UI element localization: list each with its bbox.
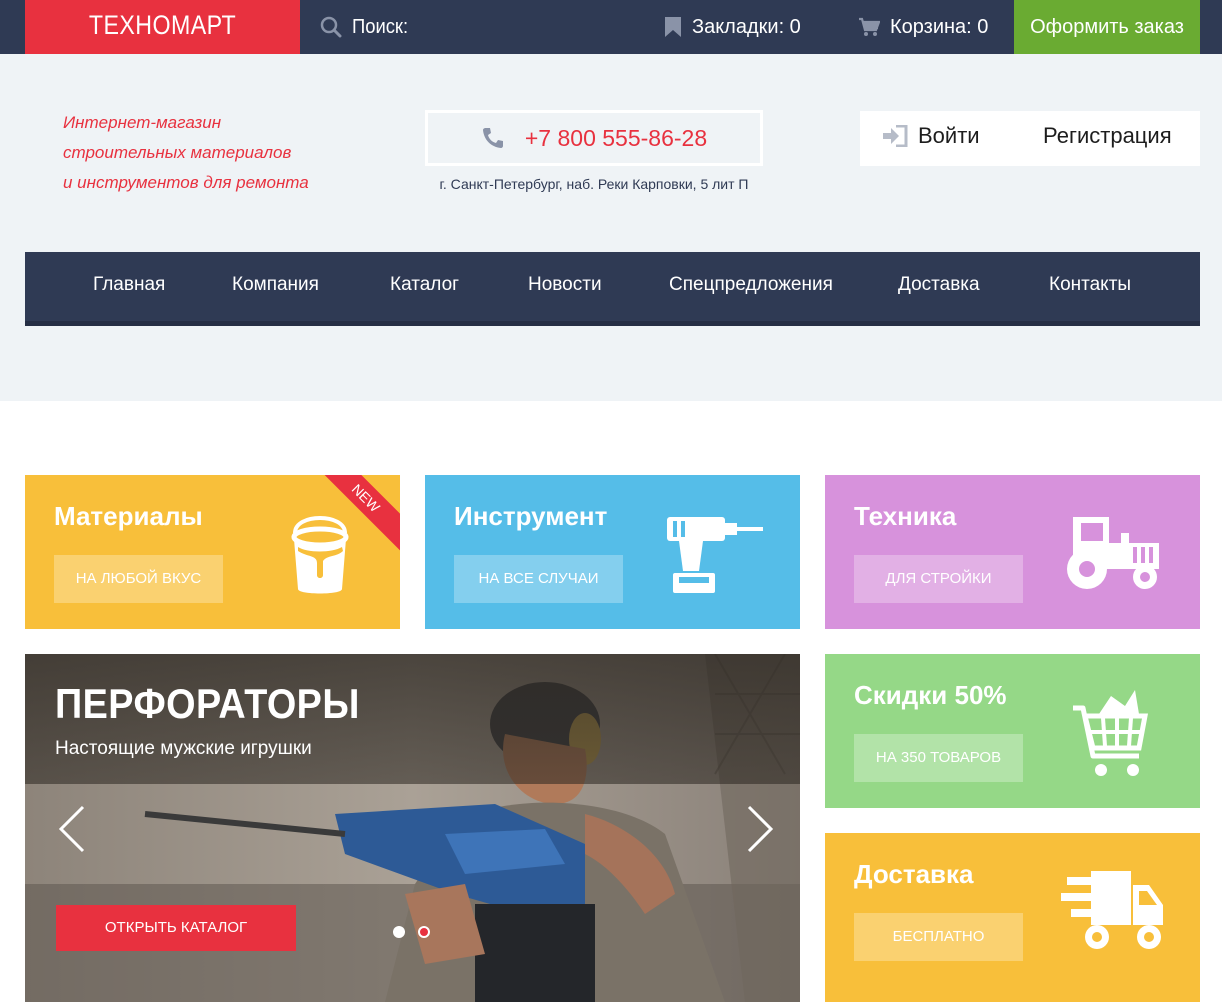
tile-button[interactable]: ДЛЯ СТРОЙКИ (854, 555, 1023, 603)
chevron-left-icon[interactable] (57, 804, 87, 854)
tractor-icon (1067, 517, 1159, 589)
cart-icon (859, 17, 880, 36)
tile-title: Инструмент (454, 501, 608, 531)
tile-button[interactable]: БЕСПЛАТНО (854, 913, 1023, 961)
tagline-line: строительных материалов (63, 143, 292, 162)
tile-tools[interactable]: Инструмент НА ВСЕ СЛУЧАИ (425, 475, 800, 629)
slide-subtitle: Настоящие мужские игрушки (55, 738, 312, 759)
tile-button[interactable]: НА ЛЮБОЙ ВКУС (54, 555, 223, 603)
nav-item-contacts[interactable]: Контакты (1049, 274, 1131, 296)
auth-panel: Войти Регистрация (860, 111, 1200, 166)
slide-title: ПЕРФОРАТОРЫ (55, 680, 360, 727)
search[interactable]: Поиск: (320, 14, 413, 40)
register-button[interactable]: Регистрация (1043, 123, 1172, 149)
login-icon (883, 125, 908, 147)
checkout-button[interactable]: Оформить заказ (1014, 0, 1200, 54)
tile-title: Доставка (854, 859, 974, 889)
cart-label: Корзина: 0 (890, 15, 989, 38)
tile-materials[interactable]: Материалы НА ЛЮБОЙ ВКУС NEW (25, 475, 400, 629)
slider-dot[interactable] (393, 926, 405, 938)
top-bar: ТЕХНОМАРТ Поиск: Закладки: 0 Корзина: 0 … (0, 0, 1222, 60)
login-label: Войти (918, 123, 980, 148)
bookmarks-link[interactable]: Закладки: 0 (664, 14, 801, 40)
nav-item-home[interactable]: Главная (93, 274, 165, 296)
tile-title: Техника (854, 501, 957, 531)
open-catalog-button[interactable]: ОТКРЫТЬ КАТАЛОГ (56, 905, 296, 951)
nav-item-delivery[interactable]: Доставка (898, 274, 980, 296)
slider-dots (393, 926, 443, 938)
cart-link[interactable]: Корзина: 0 (858, 14, 988, 40)
tagline: Интернет-магазин строительных материалов… (63, 108, 309, 198)
tile-delivery[interactable]: Доставка БЕСПЛАТНО (825, 833, 1200, 1002)
nav-item-company[interactable]: Компания (232, 274, 319, 296)
tile-discount[interactable]: Скидки 50% НА 350 ТОВАРОВ (825, 654, 1200, 808)
cart-icon (1073, 690, 1149, 776)
chevron-right-icon[interactable] (745, 804, 775, 854)
search-icon (320, 16, 342, 38)
truck-icon (1061, 871, 1163, 949)
address: г. Санкт-Петербург, наб. Реки Карповки, … (439, 176, 749, 192)
hero-slider: ПЕРФОРАТОРЫ Настоящие мужские игрушки ОТ… (25, 654, 800, 1002)
tagline-line: и инструментов для ремонта (63, 173, 309, 192)
phone-number: +7 800 555-86-28 (524, 124, 708, 151)
phone-icon (482, 128, 503, 148)
tile-title: Материалы (54, 501, 203, 531)
tile-machinery[interactable]: Техника ДЛЯ СТРОЙКИ (825, 475, 1200, 629)
tile-button[interactable]: НА 350 ТОВАРОВ (854, 734, 1023, 782)
paint-bucket-icon (291, 516, 349, 594)
drill-icon (667, 517, 763, 593)
phone-box[interactable]: +7 800 555-86-28 (425, 110, 763, 166)
logo-text: ТЕХНОМАРТ (88, 10, 237, 40)
slider-dot-active[interactable] (418, 926, 430, 938)
bookmark-icon (665, 17, 681, 37)
tile-button[interactable]: НА ВСЕ СЛУЧАИ (454, 555, 623, 603)
logo[interactable]: ТЕХНОМАРТ (25, 0, 300, 60)
search-label: Поиск: (352, 15, 409, 38)
login-button[interactable]: Войти (882, 123, 980, 149)
bookmarks-label: Закладки: 0 (692, 15, 801, 38)
tagline-line: Интернет-магазин (63, 113, 222, 132)
nav-item-catalog[interactable]: Каталог (390, 274, 459, 296)
nav-item-offers[interactable]: Спецпредложения (669, 274, 833, 296)
header-area: Интернет-магазин строительных материалов… (0, 54, 1222, 401)
nav-item-news[interactable]: Новости (528, 274, 602, 296)
main-nav: Главная Компания Каталог Новости Спецпре… (25, 252, 1200, 326)
tile-title: Скидки 50% (854, 680, 1007, 710)
